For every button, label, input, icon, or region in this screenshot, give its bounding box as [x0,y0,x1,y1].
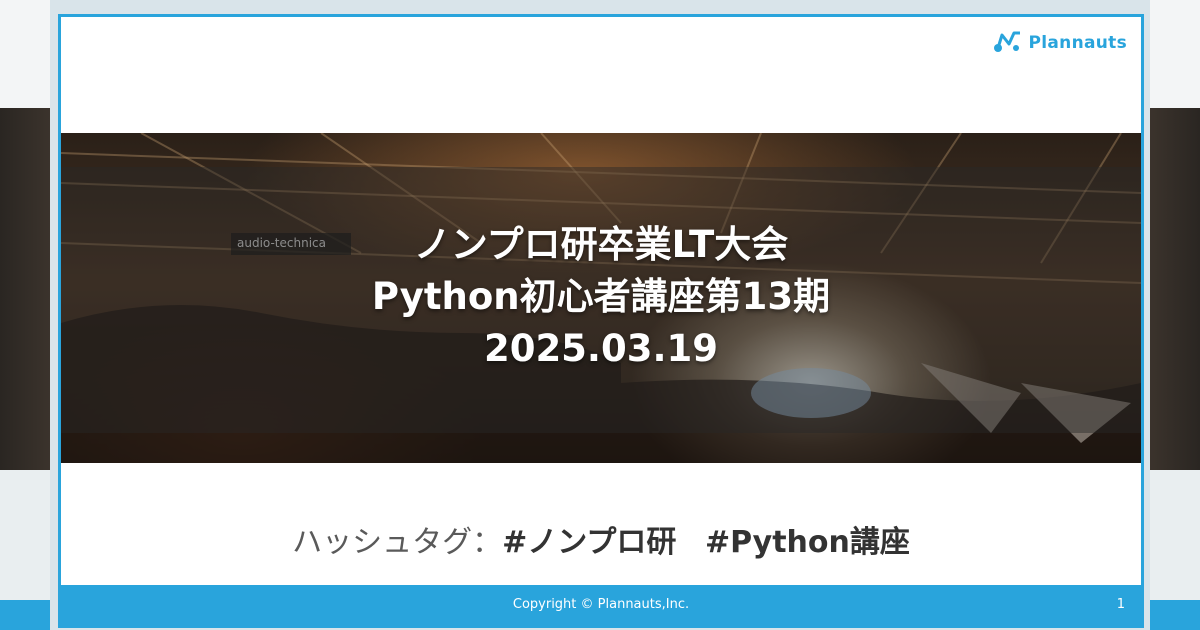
hashtag-line: ハッシュタグ：#ノンプロ研 #Python講座 [61,517,1141,561]
footer-bar: Copyright © Plannauts,Inc. 1 [61,585,1141,625]
slide: Plannauts audio-technica ノンプロ研卒業LT大会 Pyt… [50,0,1150,630]
hashtag-python: #Python講座 [704,525,910,560]
hashtag-label: ハッシュタグ： [292,525,503,560]
plannauts-logo-icon [993,29,1023,57]
hero-title-line-1: ノンプロ研卒業LT大会 [413,223,789,266]
hashtag-nonpro: #ノンプロ研 [502,525,677,560]
hero-title: ノンプロ研卒業LT大会 Python初心者講座第13期 2025.03.19 [61,219,1141,375]
slide-content: Plannauts audio-technica ノンプロ研卒業LT大会 Pyt… [58,14,1144,628]
copyright-text: Copyright © Plannauts,Inc. [512,597,690,612]
logo-text: Plannauts [1028,33,1127,53]
plannauts-logo: Plannauts [993,29,1127,57]
hero-banner: audio-technica ノンプロ研卒業LT大会 Python初心者講座第1… [61,133,1141,463]
hero-title-line-2: Python初心者講座第13期 [371,275,831,318]
page-number: 1 [1116,597,1125,612]
hero-title-line-3: 2025.03.19 [483,327,719,370]
